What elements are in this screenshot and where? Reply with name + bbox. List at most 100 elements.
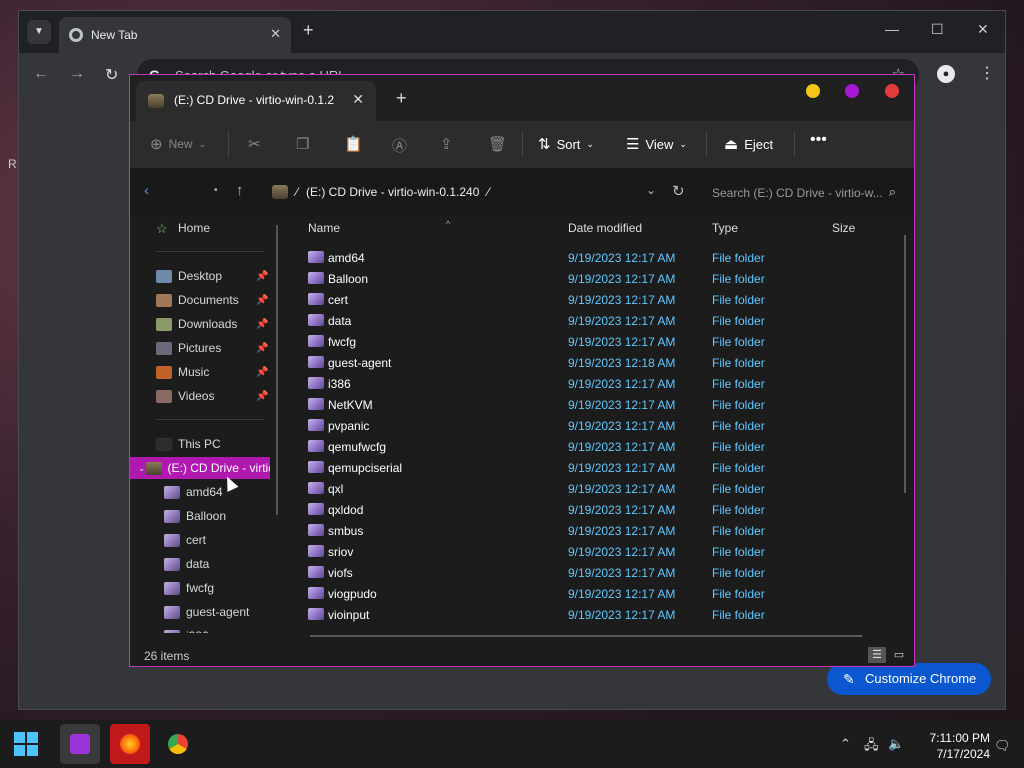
- tiles-view-icon[interactable]: ▭: [890, 647, 908, 663]
- maximize-icon[interactable]: ☐: [931, 21, 944, 38]
- table-row[interactable]: qxl 9/19/2023 12:17 AM File folder: [306, 478, 906, 499]
- nav-subfolder[interactable]: guest-agent: [130, 601, 270, 623]
- table-row[interactable]: cert 9/19/2023 12:17 AM File folder: [306, 289, 906, 310]
- nav-music[interactable]: Music 📌: [130, 361, 270, 383]
- chevron-down-icon[interactable]: ⌄: [646, 183, 656, 197]
- table-row[interactable]: Balloon 9/19/2023 12:17 AM File folder: [306, 268, 906, 289]
- close-icon[interactable]: ✕: [352, 91, 364, 108]
- window-close-icon[interactable]: ✕: [977, 21, 989, 38]
- folder-icon: [308, 566, 324, 578]
- eject-button[interactable]: ⏏ Eject: [724, 135, 773, 153]
- nav-pictures[interactable]: Pictures 📌: [130, 337, 270, 359]
- pin-icon[interactable]: 📌: [256, 271, 268, 282]
- table-row[interactable]: data 9/19/2023 12:17 AM File folder: [306, 310, 906, 331]
- copy-icon[interactable]: ❐: [296, 135, 309, 153]
- sort-button[interactable]: ⇅ Sort ⌄: [538, 135, 594, 153]
- cut-icon[interactable]: ✂: [248, 135, 261, 153]
- nav-subfolder[interactable]: fwcfg: [130, 577, 270, 599]
- profile-avatar-icon[interactable]: ●: [937, 65, 955, 83]
- search-input[interactable]: Search (E:) CD Drive - virtio-w... ⌕: [702, 177, 902, 207]
- tab-search-button[interactable]: ▼: [27, 20, 51, 44]
- details-view-icon[interactable]: ☰: [868, 647, 886, 663]
- table-row[interactable]: qemufwcfg 9/19/2023 12:17 AM File folder: [306, 436, 906, 457]
- pin-icon[interactable]: 📌: [256, 367, 268, 378]
- view-button[interactable]: ☰ View ⌄: [626, 135, 687, 153]
- folder-icon: [164, 605, 180, 619]
- minimize-icon[interactable]: —: [885, 21, 899, 37]
- up-arrow-icon[interactable]: ↑: [236, 182, 244, 199]
- network-icon[interactable]: 🖧: [864, 736, 879, 758]
- system-clock[interactable]: 7:11:00 PM 7/17/2024: [900, 730, 990, 762]
- pin-icon[interactable]: 📌: [256, 295, 268, 306]
- nav-subfolder[interactable]: data: [130, 553, 270, 575]
- taskbar-chrome[interactable]: [158, 724, 198, 764]
- taskbar-firefox[interactable]: [110, 724, 150, 764]
- table-row[interactable]: fwcfg 9/19/2023 12:17 AM File folder: [306, 331, 906, 352]
- nav-subfolder[interactable]: cert: [130, 529, 270, 551]
- nav-documents[interactable]: Documents 📌: [130, 289, 270, 311]
- chrome-tab-new-tab[interactable]: New Tab ✕: [59, 17, 291, 53]
- rename-icon[interactable]: Ⓐ: [392, 135, 407, 156]
- nav-subfolder[interactable]: i386: [130, 625, 270, 633]
- paste-icon[interactable]: 📋: [344, 135, 363, 153]
- table-row[interactable]: viofs 9/19/2023 12:17 AM File folder: [306, 562, 906, 583]
- column-header-size[interactable]: Size: [832, 221, 855, 235]
- taskbar-file-explorer[interactable]: [60, 724, 100, 764]
- back-arrow-icon[interactable]: ←: [33, 65, 49, 83]
- customize-chrome-button[interactable]: ✎ Customize Chrome: [827, 663, 991, 695]
- maximize-dot-icon[interactable]: [845, 84, 859, 98]
- address-box[interactable]: ⁄ (E:) CD Drive - virtio-win-0.1.240 ⁄: [264, 177, 696, 207]
- table-row[interactable]: guest-agent 9/19/2023 12:18 AM File folder: [306, 352, 906, 373]
- nav-desktop[interactable]: Desktop 📌: [130, 265, 270, 287]
- table-row[interactable]: qxldod 9/19/2023 12:17 AM File folder: [306, 499, 906, 520]
- table-row[interactable]: NetKVM 9/19/2023 12:17 AM File folder: [306, 394, 906, 415]
- share-icon[interactable]: ⇪: [440, 135, 453, 153]
- chevron-up-icon[interactable]: ⌃: [840, 736, 851, 752]
- nav-scrollbar[interactable]: [276, 225, 278, 515]
- folder-icon: [164, 485, 180, 499]
- table-row[interactable]: i386 9/19/2023 12:17 AM File folder: [306, 373, 906, 394]
- nav-home[interactable]: ☆ Home: [130, 217, 270, 239]
- more-options-icon[interactable]: •••: [810, 131, 827, 149]
- column-header-name[interactable]: Name ^: [308, 219, 450, 235]
- table-row[interactable]: amd64 9/19/2023 12:17 AM File folder: [306, 247, 906, 268]
- explorer-tab[interactable]: (E:) CD Drive - virtio-win-0.1.2 ✕: [136, 81, 376, 121]
- nav-subfolder[interactable]: amd64: [130, 481, 270, 503]
- chevron-down-icon[interactable]: ⌄: [138, 463, 146, 474]
- table-row[interactable]: smbus 9/19/2023 12:17 AM File folder: [306, 520, 906, 541]
- nav-downloads[interactable]: Downloads 📌: [130, 313, 270, 335]
- new-tab-button[interactable]: +: [303, 20, 314, 41]
- table-row[interactable]: pvpanic 9/19/2023 12:17 AM File folder: [306, 415, 906, 436]
- new-button[interactable]: ⊕ New ⌄: [150, 135, 206, 153]
- close-dot-icon[interactable]: [885, 84, 899, 98]
- nav-subfolder[interactable]: Balloon: [130, 505, 270, 527]
- nav-this-pc[interactable]: This PC: [130, 433, 270, 455]
- recent-dot-icon[interactable]: •: [214, 185, 218, 196]
- column-header-date[interactable]: Date modified: [568, 221, 642, 235]
- forward-arrow-icon[interactable]: →: [69, 65, 85, 83]
- folder-icon: [308, 251, 324, 263]
- close-icon[interactable]: ✕: [270, 26, 281, 42]
- back-arrow-icon[interactable]: ‹: [144, 182, 149, 199]
- new-tab-button[interactable]: +: [396, 88, 407, 109]
- pin-icon[interactable]: 📌: [256, 391, 268, 402]
- table-row[interactable]: sriov 9/19/2023 12:17 AM File folder: [306, 541, 906, 562]
- chrome-menu-icon[interactable]: ⋮: [979, 63, 995, 83]
- horizontal-scrollbar[interactable]: [310, 635, 862, 637]
- pin-icon[interactable]: 📌: [256, 343, 268, 354]
- nav-cd-drive[interactable]: ⌄ (E:) CD Drive - virtio-win-0.1.240: [130, 457, 270, 479]
- minimize-dot-icon[interactable]: [806, 84, 820, 98]
- column-header-type[interactable]: Type: [712, 221, 738, 235]
- notification-icon[interactable]: 🗨: [994, 738, 1011, 754]
- nav-videos[interactable]: Videos 📌: [130, 385, 270, 407]
- pin-icon[interactable]: 📌: [256, 319, 268, 330]
- file-list-scrollbar[interactable]: [904, 235, 906, 493]
- delete-icon[interactable]: 🗑: [488, 135, 507, 153]
- start-windows-icon[interactable]: [14, 732, 38, 756]
- file-type: File folder: [712, 587, 765, 601]
- table-row[interactable]: vioinput 9/19/2023 12:17 AM File folder: [306, 604, 906, 625]
- table-row[interactable]: qemupciserial 9/19/2023 12:17 AM File fold…: [306, 457, 906, 478]
- reload-icon[interactable]: ↻: [105, 65, 118, 85]
- refresh-icon[interactable]: ↻: [672, 182, 685, 200]
- table-row[interactable]: viogpudo 9/19/2023 12:17 AM File folder: [306, 583, 906, 604]
